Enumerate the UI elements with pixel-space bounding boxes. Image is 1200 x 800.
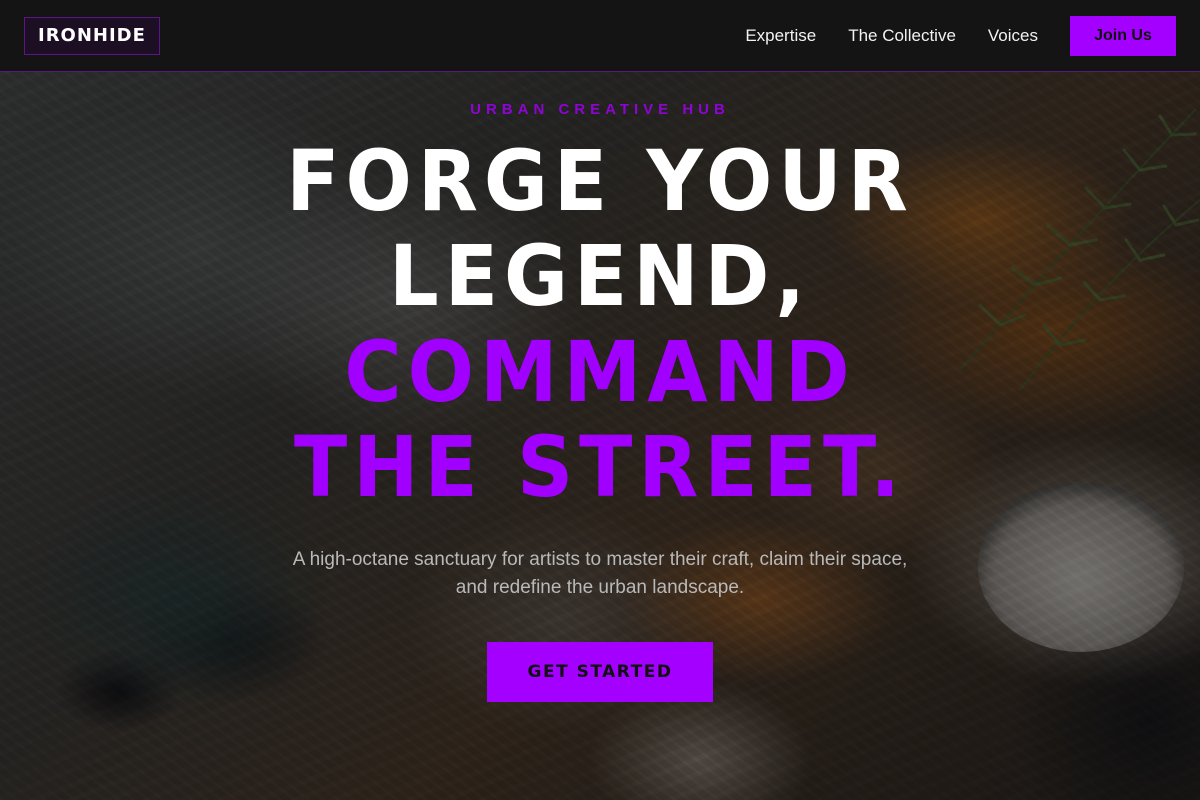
hero-eyebrow: URBAN CREATIVE HUB (470, 101, 730, 118)
top-navigation-bar: IRONHIDE Expertise The Collective Voices… (0, 0, 1200, 72)
nav-links: Expertise The Collective Voices Join Us (745, 16, 1176, 56)
nav-link-voices[interactable]: Voices (988, 26, 1038, 46)
page: IRONHIDE Expertise The Collective Voices… (0, 0, 1200, 800)
headline-line-2: LEGEND, (389, 228, 811, 326)
hero-subtitle: A high-octane sanctuary for artists to m… (292, 549, 908, 598)
nav-link-expertise[interactable]: Expertise (745, 26, 816, 46)
join-us-button[interactable]: Join Us (1070, 16, 1176, 56)
nav-link-the-collective[interactable]: The Collective (848, 26, 956, 46)
hero-section: URBAN CREATIVE HUB FORGE YOUR LEGEND, CO… (0, 72, 1200, 800)
headline-line-3: COMMAND (344, 324, 856, 422)
get-started-button[interactable]: GET STARTED (487, 642, 713, 702)
headline-line-1: FORGE YOUR (286, 133, 914, 231)
brand-logo[interactable]: IRONHIDE (24, 17, 160, 55)
headline-line-4: THE STREET. (294, 419, 906, 517)
